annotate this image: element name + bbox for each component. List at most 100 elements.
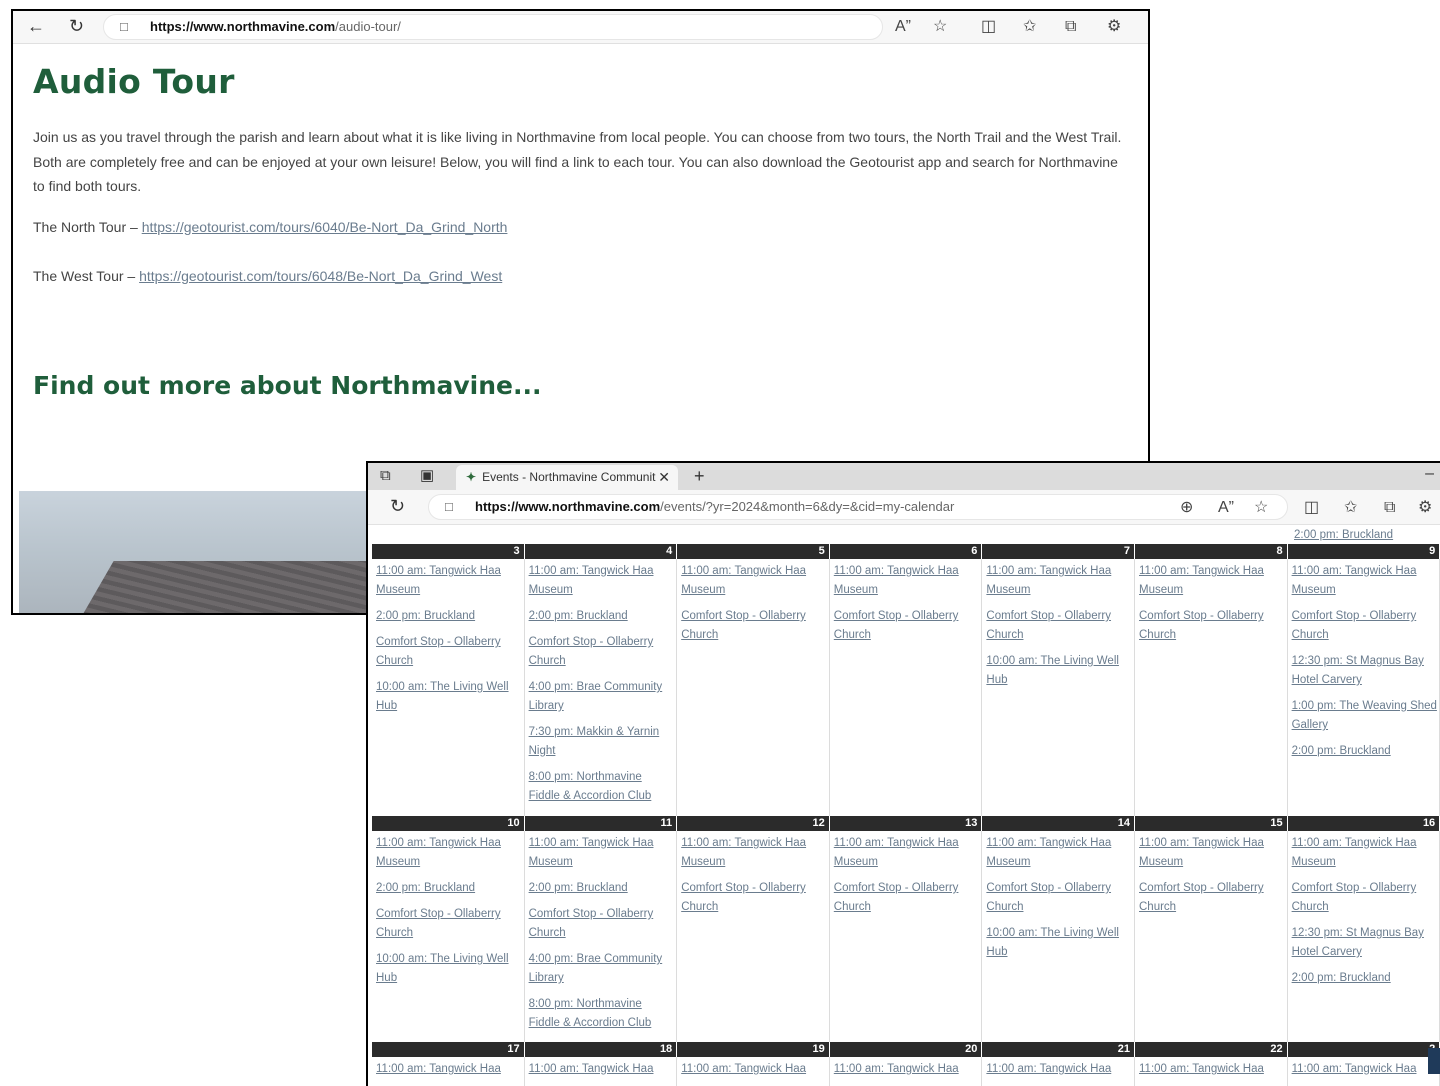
event-link[interactable]: 11:00 am: Tangwick Haa Museum	[1292, 834, 1438, 872]
event-link[interactable]: Comfort Stop - Ollaberry Church	[1139, 879, 1285, 917]
collections-icon[interactable]: ⧉	[1065, 17, 1076, 37]
day-cell: 11:00 am: Tangwick Haa Museum Comfort Sto…	[982, 831, 1135, 1042]
event-link[interactable]: Comfort Stop - Ollaberry Church	[834, 879, 980, 917]
event-link[interactable]: 11:00 am: Tangwick Haa Museum	[681, 562, 827, 600]
day-cell: 11:00 am: Tangwick Haa Museum 2:00 pm: Br…	[525, 559, 678, 816]
read-aloud-icon[interactable]: A”	[895, 17, 911, 37]
event-link[interactable]: 11:00 am: Tangwick Haa Museum	[834, 562, 980, 600]
new-tab-icon[interactable]: +	[694, 465, 705, 487]
day-number: 9	[1287, 544, 1440, 559]
event-link[interactable]: 4:00 pm: Brae Community Library	[529, 678, 675, 716]
back-icon[interactable]: ←	[27, 16, 45, 36]
event-link[interactable]: 2:00 pm: Bruckland	[1292, 742, 1438, 761]
event-link[interactable]: 1:00 pm: The Weaving Shed Gallery	[1292, 697, 1438, 735]
address-bar[interactable]: □ https://www.northmavine.com/audio-tour…	[103, 14, 883, 40]
event-link[interactable]: Comfort Stop - Ollaberry Church	[986, 879, 1132, 917]
event-link[interactable]: 2:00 pm: Bruckland	[376, 607, 522, 626]
event-link[interactable]: 2:00 pm: Bruckland	[529, 879, 675, 898]
event-link[interactable]: Comfort Stop - Ollaberry Church	[529, 905, 675, 943]
event-link[interactable]: 11:00 am: Tangwick Haa	[986, 1060, 1132, 1079]
day-cell: 11:00 am: Tangwick Haa	[525, 1057, 678, 1086]
event-link[interactable]: 11:00 am: Tangwick Haa Museum	[1139, 834, 1285, 872]
event-link[interactable]: 11:00 am: Tangwick Haa Museum	[834, 834, 980, 872]
event-link[interactable]: 2:00 pm: Bruckland	[529, 607, 675, 626]
events-calendar: 2:00 pm: Bruckland 3 11:00 am: Tangwick H…	[372, 526, 1440, 1086]
event-link[interactable]: Comfort Stop - Ollaberry Church	[1139, 607, 1285, 645]
event-link[interactable]: 7:30 pm: Makkin & Yarnin Night	[529, 723, 675, 761]
event-link[interactable]: 11:00 am: Tangwick Haa	[834, 1060, 980, 1079]
event-link[interactable]: 8:00 pm: Northmavine Fiddle & Accordion …	[529, 768, 675, 806]
event-link[interactable]: 11:00 am: Tangwick Haa Museum	[376, 834, 522, 872]
day-cell: 11:00 am: Tangwick Haa Museum Comfort Sto…	[1135, 559, 1288, 816]
event-link[interactable]: 11:00 am: Tangwick Haa Museum	[681, 834, 827, 872]
event-link[interactable]: Comfort Stop - Ollaberry Church	[1292, 607, 1438, 645]
scroll-to-top-button[interactable]	[1428, 1048, 1440, 1074]
zoom-icon[interactable]: ⊕	[1180, 498, 1193, 518]
day-number: 10	[372, 816, 525, 831]
tab-events[interactable]: ✦ Events - Northmavine Communit ✕	[456, 465, 678, 490]
event-link[interactable]: 2:00 pm: Bruckland	[1292, 969, 1438, 988]
event-link[interactable]: 12:30 pm: St Magnus Bay Hotel Carvery	[1292, 924, 1438, 962]
workspaces-icon[interactable]: ⧉	[380, 467, 391, 485]
event-link[interactable]: Comfort Stop - Ollaberry Church	[681, 879, 827, 917]
event-link[interactable]: 11:00 am: Tangwick Haa	[681, 1060, 827, 1079]
event-link[interactable]: 10:00 am: The Living Well Hub	[986, 652, 1132, 690]
day-number: 18	[524, 1042, 678, 1057]
event-link[interactable]: Comfort Stop - Ollaberry Church	[376, 905, 522, 943]
event-link[interactable]: 2:00 pm: Bruckland	[1294, 526, 1393, 544]
day-number: 2	[1287, 1042, 1440, 1057]
event-link[interactable]: Comfort Stop - Ollaberry Church	[376, 633, 522, 671]
day-number: 3	[372, 544, 525, 559]
event-link[interactable]: 10:00 am: The Living Well Hub	[376, 678, 522, 716]
event-link[interactable]: 11:00 am: Tangwick Haa	[1139, 1060, 1285, 1079]
extensions-icon[interactable]: ⚙	[1107, 17, 1121, 37]
event-link[interactable]: 11:00 am: Tangwick Haa Museum	[529, 562, 675, 600]
event-link[interactable]: 10:00 am: The Living Well Hub	[376, 950, 522, 988]
north-tour-link[interactable]: https://geotourist.com/tours/6040/Be-Nor…	[142, 219, 508, 235]
tab-actions-icon[interactable]: ▣	[420, 467, 434, 485]
address-bar[interactable]: □ https://www.northmavine.com/events/?yr…	[428, 494, 1288, 520]
refresh-icon[interactable]: ↻	[390, 496, 405, 516]
minimize-icon[interactable]: –	[1425, 465, 1434, 483]
extensions-icon[interactable]: ⚙	[1418, 498, 1432, 518]
event-link[interactable]: 2:00 pm: Bruckland	[376, 879, 522, 898]
favorites-icon[interactable]: ✩	[1344, 498, 1357, 518]
day-number: 17	[372, 1042, 525, 1057]
event-link[interactable]: 11:00 am: Tangwick Haa	[376, 1060, 522, 1079]
day-number: 19	[677, 1042, 830, 1057]
event-link[interactable]: Comfort Stop - Ollaberry Church	[681, 607, 827, 645]
event-link[interactable]: 11:00 am: Tangwick Haa Museum	[1292, 562, 1438, 600]
refresh-icon[interactable]: ↻	[69, 16, 84, 36]
event-link[interactable]: 8:00 pm: Northmavine Fiddle & Accordion …	[529, 995, 675, 1033]
event-link[interactable]: 11:00 am: Tangwick Haa	[529, 1060, 675, 1079]
split-screen-icon[interactable]: ◫	[981, 17, 996, 37]
close-tab-icon[interactable]: ✕	[658, 465, 670, 490]
event-link[interactable]: Comfort Stop - Ollaberry Church	[1292, 879, 1438, 917]
favorite-icon[interactable]: ☆	[933, 17, 947, 37]
event-link[interactable]: 11:00 am: Tangwick Haa Museum	[986, 834, 1132, 872]
event-link[interactable]: 11:00 am: Tangwick Haa Museum	[376, 562, 522, 600]
tab-strip: ⧉ ▣ ✦ Events - Northmavine Communit ✕ + –	[368, 463, 1440, 490]
roof-shape	[44, 561, 379, 613]
event-link[interactable]: 11:00 am: Tangwick Haa	[1292, 1060, 1438, 1079]
event-link[interactable]: Comfort Stop - Ollaberry Church	[834, 607, 980, 645]
collections-icon[interactable]: ⧉	[1384, 498, 1395, 518]
calendar-week: 3 11:00 am: Tangwick Haa Museum 2:00 pm: B…	[372, 544, 1440, 816]
west-tour-link[interactable]: https://geotourist.com/tours/6048/Be-Nor…	[139, 268, 502, 284]
day-number: 15	[1135, 816, 1288, 831]
event-link[interactable]: 4:00 pm: Brae Community Library	[529, 950, 675, 988]
event-link[interactable]: 12:30 pm: St Magnus Bay Hotel Carvery	[1292, 652, 1438, 690]
split-screen-icon[interactable]: ◫	[1304, 498, 1319, 518]
day-number: 21	[982, 1042, 1135, 1057]
event-link[interactable]: Comfort Stop - Ollaberry Church	[529, 633, 675, 671]
event-link[interactable]: 10:00 am: The Living Well Hub	[986, 924, 1132, 962]
event-link[interactable]: 11:00 am: Tangwick Haa Museum	[986, 562, 1132, 600]
event-link[interactable]: 11:00 am: Tangwick Haa Museum	[529, 834, 675, 872]
event-link[interactable]: Comfort Stop - Ollaberry Church	[986, 607, 1132, 645]
favorite-icon[interactable]: ☆	[1254, 498, 1268, 518]
read-aloud-icon[interactable]: A”	[1218, 498, 1234, 518]
event-link[interactable]: 11:00 am: Tangwick Haa Museum	[1139, 562, 1285, 600]
favorites-icon[interactable]: ✩	[1023, 17, 1036, 37]
day-number: 22	[1135, 1042, 1288, 1057]
day-number: 6	[829, 544, 983, 559]
